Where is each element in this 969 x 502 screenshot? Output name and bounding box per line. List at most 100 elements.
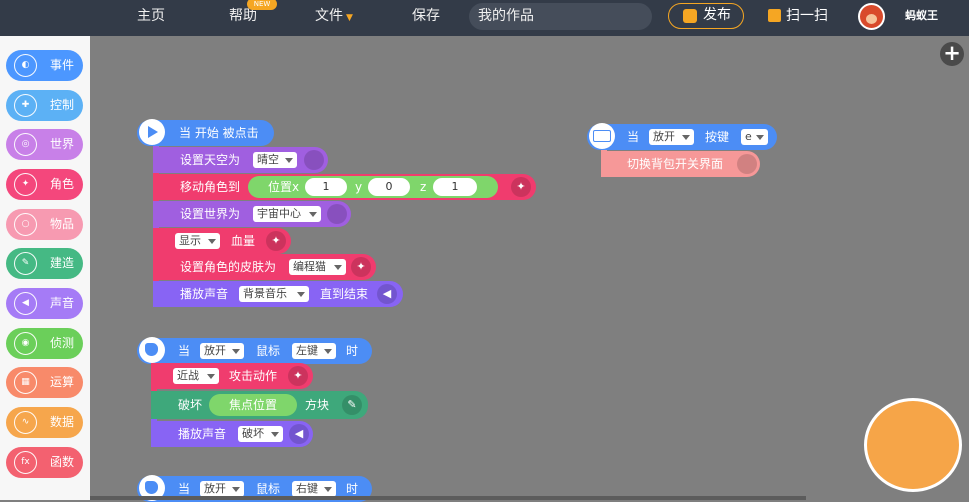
category-label: 控制	[50, 98, 75, 112]
avatar-face	[866, 14, 877, 24]
block-text: 设置天空为	[180, 153, 241, 167]
globe-icon	[327, 204, 347, 224]
bulb-icon	[737, 154, 757, 174]
block-text: 按键	[705, 130, 730, 144]
block-text: 设置角色的皮肤为	[180, 260, 277, 274]
position-reporter[interactable]: 位置x 1 y 0 z 1	[248, 176, 498, 198]
block-text: 当	[627, 130, 640, 144]
block-category-sidebar: ◐ 事件 ✚ 控制 ◎ 世界 ✦ 角色 ○ 物品 ✎ 建造 ◀ 声音 ◉ 侦测 ▦ 运算 ∿ 数据 …	[0, 36, 90, 500]
category-label: 函数	[50, 455, 75, 469]
wrench-icon: ✎	[14, 252, 37, 275]
action-dropdown[interactable]: 放开	[200, 343, 244, 359]
world-dropdown[interactable]: 宇宙中心	[253, 206, 321, 222]
action-dropdown[interactable]: 放开	[649, 129, 694, 145]
block-destroy-block[interactable]: 破坏 焦点位置 方块 ✎	[151, 391, 368, 419]
category-data[interactable]: ∿ 数据	[6, 407, 83, 438]
block-set-sky[interactable]: 设置天空为 晴空	[153, 147, 328, 173]
hat-when-key-released[interactable]: 当 放开 按键 e	[587, 123, 777, 150]
hat-when-start-clicked[interactable]: 当 开始 被点击	[137, 119, 274, 146]
bulb-icon: ○	[14, 213, 37, 236]
avatar[interactable]	[858, 3, 885, 30]
block-text: 设置世界为	[180, 207, 241, 221]
category-functions[interactable]: fx 函数	[6, 447, 83, 478]
globe-icon	[304, 150, 324, 170]
project-name-input[interactable]: 我的作品	[469, 3, 652, 30]
caret-down-icon: ▼	[346, 13, 353, 23]
x-input[interactable]: 1	[305, 178, 347, 196]
username[interactable]: 蚂蚁王	[905, 0, 938, 33]
category-sensing[interactable]: ◉ 侦测	[6, 328, 83, 359]
category-events[interactable]: ◐ 事件	[6, 50, 83, 81]
z-label: z	[420, 180, 427, 194]
sound-dropdown[interactable]: 破坏	[238, 426, 283, 442]
action-dropdown[interactable]: 放开	[200, 481, 244, 497]
block-set-skin[interactable]: 设置角色的皮肤为 编程猫 ✦	[153, 254, 376, 280]
z-input[interactable]: 1	[433, 178, 477, 196]
horizontal-scrollbar[interactable]	[90, 496, 806, 500]
skin-dropdown[interactable]: 编程猫	[289, 259, 346, 275]
speaker-icon: ◀	[14, 292, 37, 315]
new-badge: NEW	[247, 0, 277, 10]
block-play-sound-until-done[interactable]: 播放声音 背景音乐 直到结束 ◀	[153, 281, 403, 307]
block-text: 鼠标	[256, 344, 281, 358]
add-icon[interactable]: +	[940, 42, 964, 66]
category-character[interactable]: ✦ 角色	[6, 169, 83, 200]
speaker-icon: ◀	[289, 424, 309, 444]
sound-dropdown[interactable]: 背景音乐	[239, 286, 309, 302]
block-play-sound[interactable]: 播放声音 破坏 ◀	[151, 421, 313, 447]
category-world[interactable]: ◎ 世界	[6, 129, 83, 160]
hand-icon	[139, 337, 165, 363]
category-items[interactable]: ○ 物品	[6, 209, 83, 240]
category-label: 运算	[50, 375, 75, 389]
focus-position-reporter[interactable]: 焦点位置	[209, 394, 297, 416]
block-text: 破坏	[178, 398, 203, 412]
nav-save[interactable]: 保存	[412, 0, 440, 36]
block-move-character[interactable]: 移动角色到 位置x 1 y 0 z 1 ✦	[153, 174, 536, 200]
publish-button[interactable]: 发布	[668, 3, 744, 29]
block-toggle-backpack[interactable]: 切换背包开关界面	[601, 151, 760, 177]
y-input[interactable]: 0	[368, 178, 410, 196]
block-text: 播放声音	[180, 287, 229, 301]
sky-dropdown[interactable]: 晴空	[253, 152, 297, 168]
globe-icon: ◎	[14, 133, 37, 156]
category-control[interactable]: ✚ 控制	[6, 90, 83, 121]
block-set-world[interactable]: 设置世界为 宇宙中心	[153, 201, 351, 227]
runner-icon: ✦	[14, 173, 37, 196]
pos-label: 位置x	[268, 180, 300, 194]
category-label: 角色	[50, 177, 75, 191]
nav-file-menu[interactable]: 文件 ▼	[315, 0, 353, 36]
run-button[interactable]	[864, 398, 962, 492]
mouse-button-dropdown[interactable]: 右键	[292, 481, 336, 497]
block-text: 攻击动作	[229, 369, 278, 383]
category-label: 世界	[50, 137, 75, 151]
block-melee-attack[interactable]: 近战 攻击动作 ✦	[151, 363, 313, 389]
toggle-icon: ◐	[14, 54, 37, 77]
category-label: 物品	[50, 217, 75, 231]
block-show-health[interactable]: 显示 血量 ✦	[153, 228, 291, 254]
category-operators[interactable]: ▦ 运算	[6, 367, 83, 398]
melee-dropdown[interactable]: 近战	[173, 368, 219, 384]
fx-icon: fx	[14, 451, 37, 474]
block-text: 当	[178, 344, 191, 358]
runner-icon: ✦	[511, 177, 531, 197]
nav-home[interactable]: 主页	[137, 0, 165, 36]
runner-icon: ✦	[266, 231, 286, 251]
category-label: 建造	[50, 256, 75, 270]
chart-icon: ∿	[14, 411, 37, 434]
category-sound[interactable]: ◀ 声音	[6, 288, 83, 319]
wrench-icon: ✎	[342, 395, 362, 415]
scan-button[interactable]: 扫一扫	[768, 0, 828, 33]
publish-icon	[683, 9, 697, 23]
category-build[interactable]: ✎ 建造	[6, 248, 83, 279]
key-dropdown[interactable]: e	[741, 129, 768, 145]
play-icon	[139, 119, 165, 145]
block-text: 切换背包开关界面	[627, 157, 724, 171]
show-dropdown[interactable]: 显示	[175, 233, 220, 249]
mouse-button-dropdown[interactable]: 左键	[292, 343, 336, 359]
block-text: 时	[346, 344, 359, 358]
gamepad-icon: ✚	[14, 94, 37, 117]
hat-when-mouse-released[interactable]: 当 放开 鼠标 左键 时	[137, 337, 372, 364]
block-text: 血量	[231, 234, 256, 248]
top-bar: 主页 帮助 NEW 文件 ▼ 保存 我的作品 发布 扫一扫 蚂蚁王	[0, 0, 969, 36]
runner-icon: ✦	[288, 366, 308, 386]
